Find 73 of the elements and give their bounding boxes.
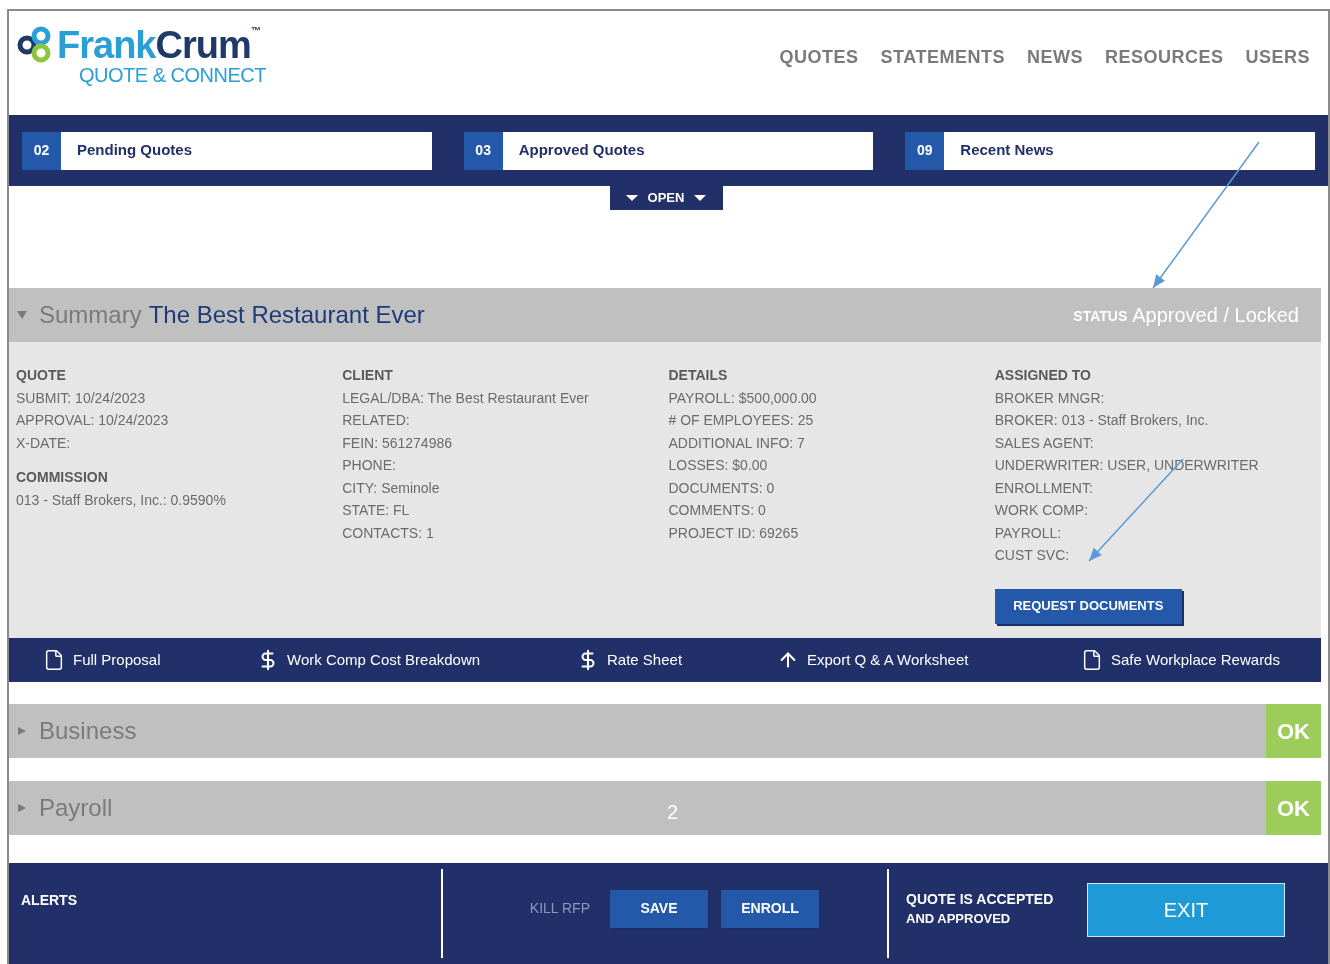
counter-label: Pending Quotes <box>77 140 192 161</box>
document-link[interactable]: Export Q & A Worksheet <box>777 648 1081 672</box>
section-title: Business <box>39 716 137 746</box>
alerts-label: ALERTS <box>21 892 77 908</box>
status-value: Approved / Locked <box>1132 303 1299 328</box>
document-link[interactable]: Full Proposal <box>43 648 257 672</box>
acceptance-message: AND APPROVED <box>906 909 1012 928</box>
detail-line: PAYROLL: <box>994 523 1063 543</box>
detail-line: LOSSES: $0.00 <box>668 456 769 475</box>
action-button[interactable]: ENROLL <box>721 889 819 928</box>
request-documents-button[interactable]: REQUEST DOCUMENTS <box>994 588 1182 624</box>
detail-line: CUST SVC: <box>994 546 1071 565</box>
caret-icon <box>694 195 707 201</box>
detail-line: STATE: FL <box>342 501 411 520</box>
ok-badge: OK <box>1266 781 1321 835</box>
counter-count: 03 <box>463 131 503 170</box>
counter-label: Recent News <box>960 140 1054 161</box>
brand-tagline: QUOTE & CONNECT <box>79 65 266 85</box>
detail-line: COMMENTS: 0 <box>668 501 767 520</box>
nav-link[interactable]: QUOTES <box>779 44 859 71</box>
detail-line: CONTACTS: 1 <box>342 523 435 543</box>
detail-line: WORK COMP: <box>994 501 1090 520</box>
group-heading: DETAILS <box>668 366 729 385</box>
kill-rfp-link[interactable]: KILL RFP <box>529 898 590 919</box>
counter-label: Approved Quotes <box>518 140 645 161</box>
group-heading: QUOTE <box>16 366 67 385</box>
detail-line: APPROVAL: 10/24/2023 <box>16 411 170 430</box>
ok-badge: OK <box>1266 704 1321 758</box>
counter-count: 02 <box>22 131 61 170</box>
document-icon <box>1081 648 1103 672</box>
detail-line: FEIN: 561274986 <box>342 433 453 453</box>
open-toggle[interactable]: OPEN <box>609 186 723 210</box>
detail-line: X-DATE: <box>16 433 72 453</box>
nav-link[interactable]: STATEMENTS <box>880 44 1005 71</box>
counter-tile[interactable]: 09 Recent News <box>905 131 1315 170</box>
document-link[interactable]: Work Comp Cost Breakdown <box>257 648 577 672</box>
detail-line: ENROLLMENT: <box>994 478 1094 498</box>
summary-title: Summary <box>39 300 142 330</box>
detail-line: SUBMIT: 10/24/2023 <box>16 388 147 408</box>
detail-line: SALES AGENT: <box>994 433 1095 453</box>
detail-line: ADDITIONAL INFO: 7 <box>668 433 806 453</box>
detail-line: LEGAL/DBA: The Best Restaurant Ever <box>342 388 590 408</box>
detail-line: 013 - Staff Brokers, Inc.: 0.9590% <box>16 490 227 510</box>
detail-line: PAYROLL: $500,000.00 <box>668 388 818 408</box>
status-label: STATUS <box>1073 307 1128 326</box>
counter-tile[interactable]: 03 Approved Quotes <box>463 131 874 170</box>
detail-line: BROKER MNGR: <box>994 388 1106 408</box>
client-name: The Best Restaurant Ever <box>148 300 425 330</box>
counter-tile[interactable]: 02 Pending Quotes <box>22 131 432 170</box>
detail-line: # OF EMPLOYEES: 25 <box>668 411 815 430</box>
group-heading: CLIENT <box>342 366 394 385</box>
detail-line: BROKER: 013 - Staff Brokers, Inc. <box>994 411 1210 430</box>
nav-link[interactable]: USERS <box>1245 44 1310 71</box>
detail-line: CITY: Seminole <box>342 478 441 498</box>
document-link[interactable]: Rate Sheet <box>577 648 777 672</box>
group-heading: ASSIGNED TO <box>994 366 1092 385</box>
detail-line: PHONE: <box>342 456 397 475</box>
annotation-number: 2 <box>667 800 679 825</box>
document-link[interactable]: Safe Workplace Rewards <box>1081 648 1330 672</box>
nav-link[interactable]: RESOURCES <box>1104 44 1224 71</box>
detail-line: DOCUMENTS: 0 <box>668 478 776 498</box>
detail-line: RELATED: <box>342 411 411 430</box>
caret-icon <box>625 195 638 201</box>
section-title: Payroll <box>39 793 113 823</box>
detail-line: PROJECT ID: 69265 <box>668 523 800 543</box>
nav-link[interactable]: NEWS <box>1026 44 1083 71</box>
counter-count: 09 <box>905 131 945 170</box>
group-heading: COMMISSION <box>16 468 109 487</box>
summary-header[interactable]: Summary The Best Restaurant Ever STATUS Approved / Locked <box>9 288 1321 342</box>
action-button[interactable]: SAVE <box>610 889 708 928</box>
document-icon <box>43 648 65 672</box>
brand-name: FrankCrum™ <box>57 26 260 64</box>
acceptance-message: QUOTE IS ACCEPTED <box>906 889 1055 909</box>
